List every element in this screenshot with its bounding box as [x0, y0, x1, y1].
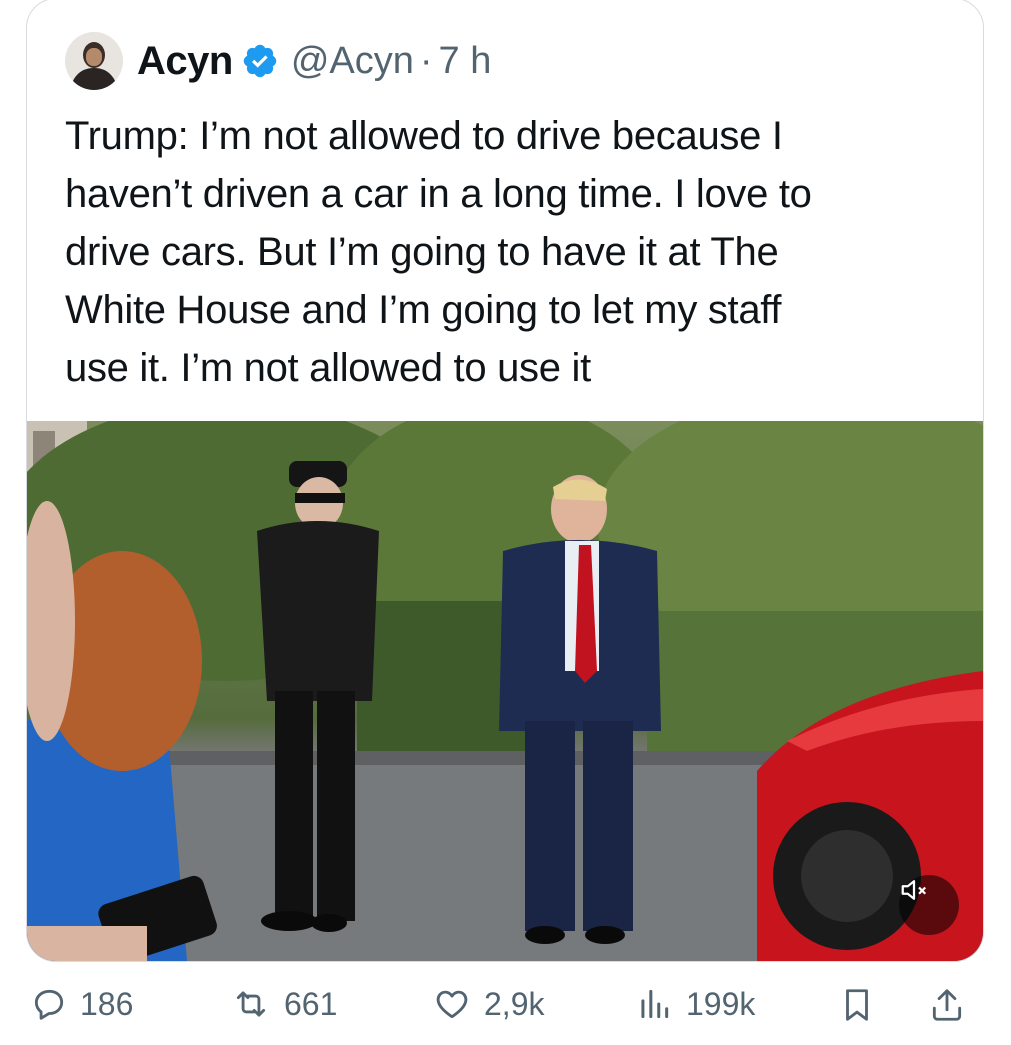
repost-icon	[236, 991, 266, 1017]
repost-button[interactable]: 661	[230, 985, 337, 1023]
tweet-actions: 186 661 2,9k 199k	[0, 985, 1011, 1041]
heart-icon	[436, 990, 468, 1019]
time-separator: ·	[419, 39, 433, 82]
author-handle[interactable]: @Acyn	[291, 40, 414, 83]
author-name[interactable]: Acyn	[137, 39, 233, 84]
share-icon	[932, 989, 962, 1021]
like-count: 2,9k	[484, 985, 545, 1022]
view-count: 199k	[686, 985, 756, 1022]
avatar[interactable]	[65, 32, 123, 90]
share-button[interactable]	[928, 985, 978, 1025]
mute-toggle-button[interactable]	[899, 875, 959, 935]
verified-badge-icon	[243, 44, 277, 78]
views-button[interactable]: 199k	[634, 985, 755, 1023]
speaker-muted-icon	[901, 880, 927, 900]
tweet-header: Acyn @Acyn · 7 h	[65, 31, 491, 91]
tweet-card[interactable]: Acyn @Acyn · 7 h Trump: I’m not allowed …	[26, 0, 984, 962]
repost-count: 661	[284, 985, 338, 1022]
like-button[interactable]: 2,9k	[432, 985, 544, 1023]
timestamp[interactable]: 7 h	[439, 40, 492, 83]
bookmark-icon	[846, 989, 868, 1021]
reply-button[interactable]: 186	[30, 985, 133, 1023]
analytics-icon	[641, 989, 669, 1019]
video-frame	[27, 421, 983, 961]
bookmark-button[interactable]	[838, 985, 888, 1025]
reply-icon	[34, 989, 64, 1020]
tweet-text: Trump: I’m not allowed to drive because …	[65, 114, 812, 390]
video-player[interactable]	[27, 421, 983, 961]
reply-count: 186	[80, 985, 134, 1022]
